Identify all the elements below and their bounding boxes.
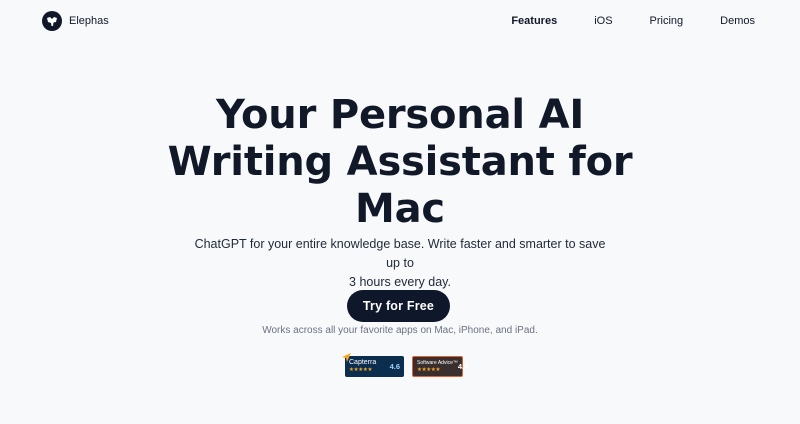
software-advice-stars: ★★★★★ [417,366,441,373]
hero-title-line-3: Mac [355,186,445,232]
capterra-name: Capterra [349,359,377,366]
nav-item-features[interactable]: Features [511,15,557,27]
brand-link[interactable]: Elephas [42,11,109,31]
nav-item-demos[interactable]: Demos [720,15,755,27]
elephant-head-icon [42,11,62,31]
hero-title-line-1: Your Personal AI [215,92,585,138]
capterra-stars: ★★★★★ [349,367,373,373]
hero-title-line-2: Writing Assistant for [167,139,633,185]
hero-subtitle-line-2: 3 hours every day. [349,275,451,289]
hero-subtitle-line-1: ChatGPT for your entire knowledge base. … [194,237,606,270]
try-for-free-button[interactable]: Try for Free [347,290,450,322]
works-across-text: Works across all your favorite apps on M… [262,325,538,336]
capterra-badge[interactable]: Capterra ★★★★★ 4.6 [342,353,404,377]
capterra-badge-body: Capterra ★★★★★ [349,359,376,374]
main-nav: Features iOS Pricing Demos [511,15,758,27]
capterra-logo-icon [342,353,351,362]
landing-page: Elephas Features iOS Pricing Demos Your … [0,0,800,424]
software-advice-badge-body: Software Advice™ ★★★★★ [417,360,458,374]
hero-title: Your Personal AI Writing Assistant for M… [0,92,800,233]
capterra-score: 4.6 [389,362,400,371]
nav-item-pricing[interactable]: Pricing [650,15,684,27]
software-advice-score: 4.6 [457,362,469,371]
nav-item-ios[interactable]: iOS [594,15,612,27]
hero-subtitle: ChatGPT for your entire knowledge base. … [190,235,610,292]
software-advice-name: Software Advice™ [417,359,458,366]
software-advice-badge[interactable]: Software Advice™ ★★★★★ 4.6 [412,356,468,377]
rating-badges: Capterra ★★★★★ 4.6 Software Advice™ ★★★★… [342,353,468,377]
top-nav-bar: Elephas Features iOS Pricing Demos [0,0,800,42]
brand-name: Elephas [69,15,109,27]
